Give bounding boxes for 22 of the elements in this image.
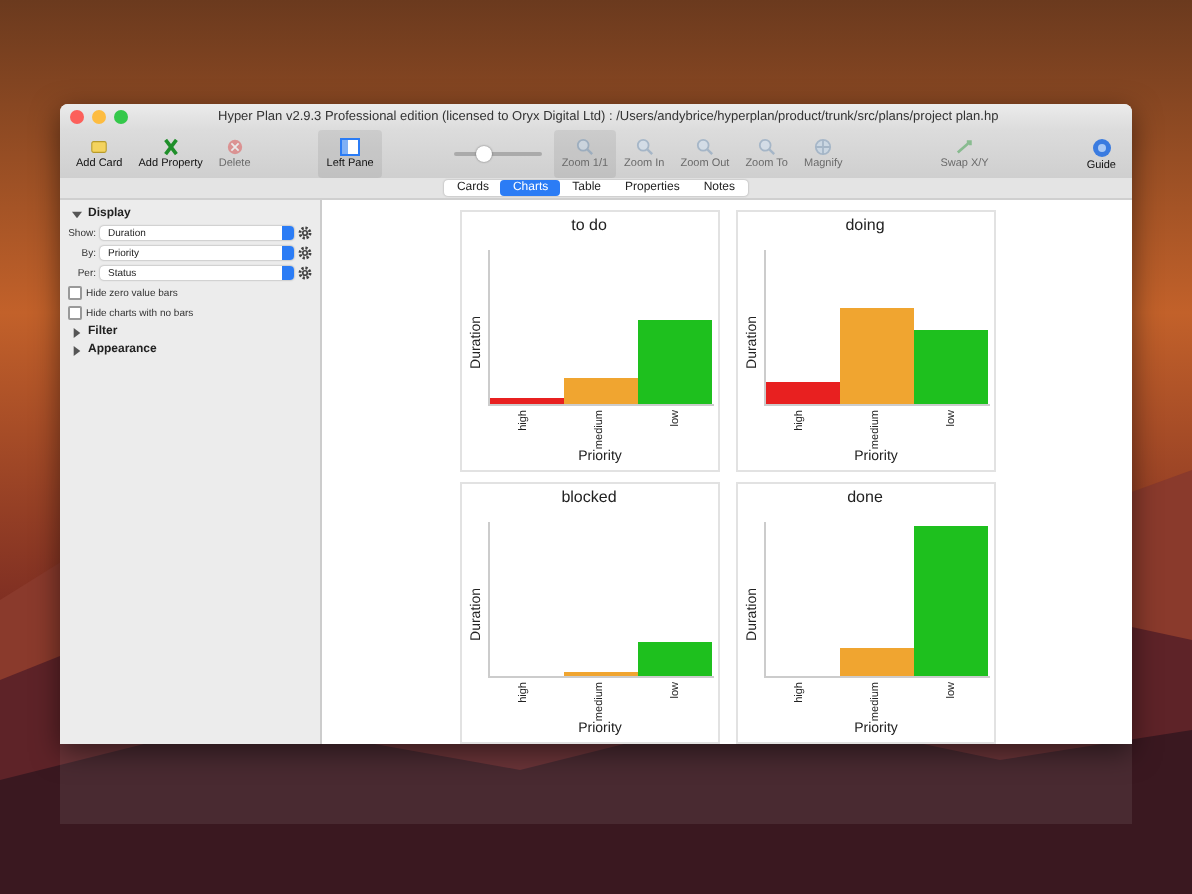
swap-icon [955,138,974,156]
chart-title: done [845,488,885,506]
checkbox[interactable] [68,306,82,320]
chart-title: blocked [559,488,619,506]
chart-title: doing [843,216,887,234]
pane-icon [340,138,361,156]
close-button[interactable] [70,110,84,124]
card-icon [90,138,109,156]
x-icon [161,138,180,156]
magnifier-icon [575,138,594,156]
disclosure-icon[interactable] [72,209,82,219]
delete-icon [225,138,244,156]
help-icon [1091,137,1112,157]
bar [914,330,989,404]
slider-thumb[interactable] [476,146,493,162]
checkbox[interactable] [68,286,82,300]
magnifier-icon [757,138,776,156]
zoom-button[interactable] [114,110,128,124]
crosshair-icon [814,138,833,156]
chart-title: to do [569,216,609,234]
magnifier-icon [635,138,654,156]
magnifier-icon [695,138,714,156]
